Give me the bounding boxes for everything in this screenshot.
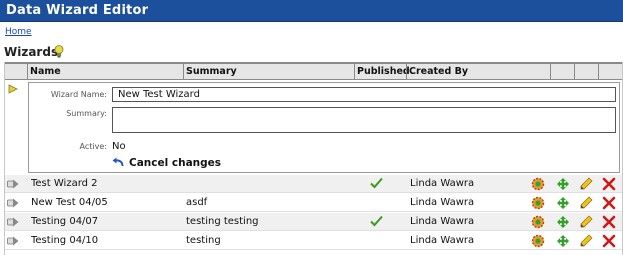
cancel-changes-button[interactable]: Cancel changes bbox=[112, 157, 221, 169]
table-row[interactable]: Testing 04/07 testing testing Linda Wawr… bbox=[5, 213, 622, 231]
column-header-created-by[interactable]: Created By bbox=[406, 64, 550, 79]
move-arrows-icon[interactable] bbox=[556, 196, 570, 210]
check-icon bbox=[370, 215, 383, 227]
active-value[interactable]: No bbox=[112, 141, 126, 152]
section-title: Wizards bbox=[4, 45, 59, 59]
cancel-changes-label: Cancel changes bbox=[129, 157, 222, 169]
go-arrow-icon[interactable] bbox=[7, 217, 19, 227]
go-arrow-icon[interactable] bbox=[7, 198, 19, 208]
column-header-name[interactable]: Name bbox=[27, 64, 183, 79]
delete-x-icon[interactable] bbox=[602, 196, 616, 210]
move-arrows-icon[interactable] bbox=[556, 177, 570, 191]
row-name: New Test 04/05 bbox=[31, 197, 108, 208]
pencil-icon[interactable] bbox=[579, 215, 593, 229]
home-link[interactable]: Home bbox=[5, 27, 32, 37]
row-name: Testing 04/07 bbox=[31, 216, 99, 227]
move-arrows-icon[interactable] bbox=[556, 215, 570, 229]
pencil-icon[interactable] bbox=[579, 234, 593, 248]
table-row[interactable]: Test Wizard 2 Linda Wawra bbox=[5, 175, 622, 193]
delete-x-icon[interactable] bbox=[602, 177, 616, 191]
delete-x-icon[interactable] bbox=[602, 234, 616, 248]
wizard-name-label: Wizard Name: bbox=[50, 90, 107, 99]
summary-input[interactable] bbox=[112, 107, 616, 133]
table-row[interactable]: New Test 04/05 asdf Linda Wawra bbox=[5, 194, 622, 212]
active-label: Active: bbox=[79, 142, 107, 151]
row-created-by: Linda Wawra bbox=[410, 197, 475, 208]
row-summary: testing bbox=[186, 235, 221, 246]
row-name: Test Wizard 2 bbox=[31, 178, 98, 189]
table-row[interactable]: Testing 04/10 testing Linda Wawra bbox=[5, 232, 622, 250]
wizard-editor-row: Wizard Name: Summary: Active: No Cancel … bbox=[5, 80, 622, 175]
column-header-action-2 bbox=[574, 64, 598, 79]
wizard-editor-form: Wizard Name: Summary: Active: No Cancel … bbox=[28, 82, 620, 173]
current-row-arrow-icon bbox=[8, 84, 18, 94]
row-created-by: Linda Wawra bbox=[410, 216, 475, 227]
go-arrow-icon[interactable] bbox=[7, 236, 19, 246]
pencil-icon[interactable] bbox=[579, 196, 593, 210]
pencil-icon[interactable] bbox=[579, 177, 593, 191]
gear-icon[interactable] bbox=[531, 215, 545, 229]
row-summary: asdf bbox=[186, 197, 208, 208]
column-header-action-1 bbox=[550, 64, 574, 79]
go-arrow-icon[interactable] bbox=[7, 179, 19, 189]
wizard-name-input[interactable] bbox=[112, 87, 616, 102]
undo-icon bbox=[112, 157, 124, 167]
move-arrows-icon[interactable] bbox=[556, 234, 570, 248]
grid-header: Name Summary Published Created By bbox=[5, 62, 622, 80]
gear-icon[interactable] bbox=[531, 177, 545, 191]
lightbulb-icon[interactable] bbox=[54, 45, 64, 58]
row-name: Testing 04/10 bbox=[31, 235, 99, 246]
row-created-by: Linda Wawra bbox=[410, 235, 475, 246]
column-header-published[interactable]: Published bbox=[354, 64, 410, 79]
row-summary: testing testing bbox=[186, 216, 259, 227]
column-header-summary[interactable]: Summary bbox=[183, 64, 354, 79]
window-title: Data Wizard Editor bbox=[6, 3, 149, 18]
row-created-by: Linda Wawra bbox=[410, 178, 475, 189]
title-bar: Data Wizard Editor bbox=[0, 0, 623, 22]
column-header-action-3 bbox=[598, 64, 622, 79]
delete-x-icon[interactable] bbox=[602, 215, 616, 229]
gear-icon[interactable] bbox=[531, 234, 545, 248]
summary-label: Summary: bbox=[66, 109, 107, 118]
gear-icon[interactable] bbox=[531, 196, 545, 210]
wizards-grid: Name Summary Published Created By Wizard… bbox=[4, 62, 623, 255]
check-icon bbox=[370, 177, 383, 189]
